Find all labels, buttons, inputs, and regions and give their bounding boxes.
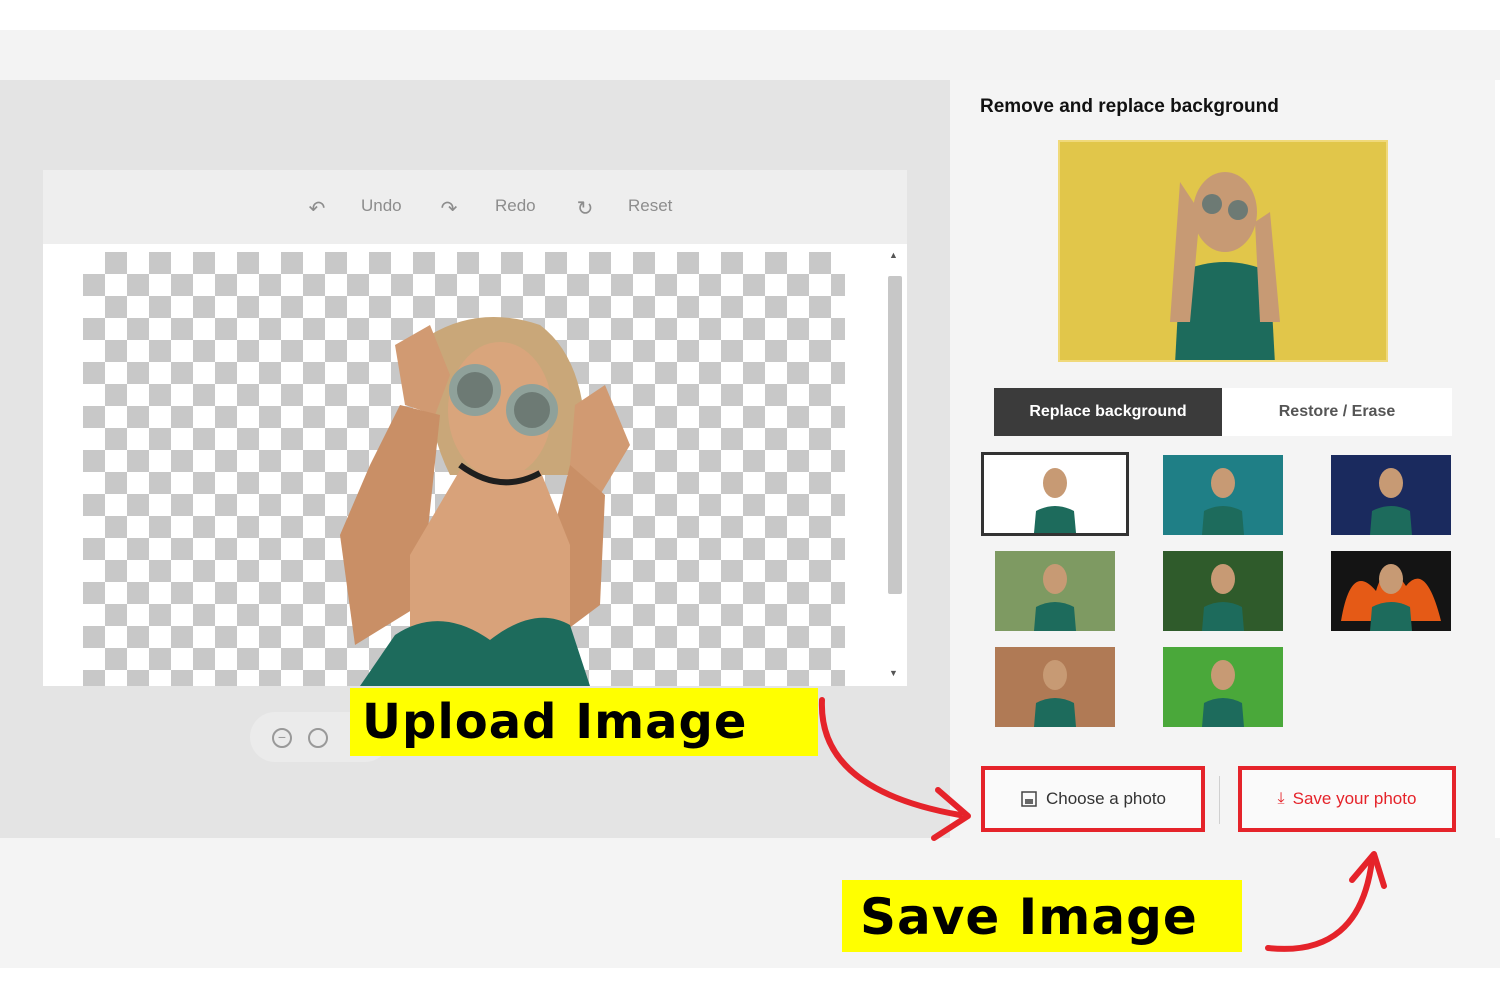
redo-label: Redo [495,196,536,215]
choose-photo-label: Choose a photo [1045,789,1167,808]
preview-image [1058,140,1388,362]
tab-replace-background[interactable]: Replace background [994,388,1222,436]
redo-button[interactable]: Redo [495,196,536,216]
canvas-scrollbar[interactable]: ▲ ▼ [884,244,907,686]
reset-label: Reset [628,196,673,215]
button-divider [1219,776,1220,824]
background-thumb-palm-leaves[interactable] [995,551,1115,631]
undo-icon[interactable]: ↶ [305,196,329,221]
editor-toolbar: ↶ Undo ↷ Redo ↻ Reset [43,170,907,244]
image-icon [1021,791,1037,807]
download-icon: ⤓ [1277,790,1285,807]
background-thumb-jungle-leaves[interactable] [1163,551,1283,631]
scroll-up-icon[interactable]: ▲ [889,250,898,260]
background-thumb-teal[interactable] [1163,455,1283,535]
tab-restore-erase[interactable]: Restore / Erase [1222,388,1452,436]
save-arrow [1265,851,1387,952]
zoom-reset-icon[interactable] [308,728,328,748]
choose-photo-button[interactable]: Choose a photo [981,766,1205,832]
zoom-out-icon[interactable]: − [272,728,292,748]
upload-arrow [818,697,971,841]
scroll-thumb[interactable] [888,276,902,594]
save-photo-button[interactable]: ⤓ Save your photo [1238,766,1456,832]
reset-icon[interactable]: ↻ [573,196,597,221]
save-photo-label: Save your photo [1292,789,1417,808]
scroll-down-icon[interactable]: ▼ [889,668,898,678]
undo-label: Undo [361,196,402,215]
save-image-callout: Save Image [842,880,1242,952]
background-thumb-white[interactable] [981,452,1129,536]
undo-button[interactable]: Undo [361,196,402,216]
background-thumb-green-grass[interactable] [1163,647,1283,727]
upload-image-callout: Upload Image [350,688,818,756]
background-thumb-brick-wall[interactable] [995,647,1115,727]
panel-title: Remove and replace background [980,96,1279,117]
reset-button[interactable]: Reset [628,196,672,216]
mode-tabs: Replace background Restore / Erase [994,388,1452,436]
top-strip [0,30,1500,80]
cutout-person-image[interactable] [300,305,640,686]
background-thumb-fire[interactable] [1331,551,1451,631]
background-thumb-night-sky[interactable] [1331,455,1451,535]
redo-icon[interactable]: ↷ [437,196,461,221]
